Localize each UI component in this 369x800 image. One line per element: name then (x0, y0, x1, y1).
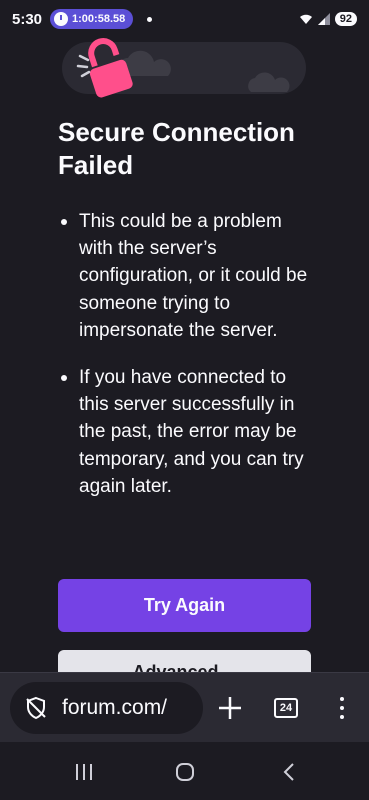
list-item: If you have connected to this server suc… (58, 364, 313, 500)
browser-toolbar: forum.com/ 24 (0, 672, 369, 742)
error-explanation-list: This could be a problem with the server’… (58, 208, 313, 520)
status-time: 5:30 (12, 10, 43, 28)
status-indicators: 92 (299, 12, 357, 26)
shield-off-icon[interactable] (24, 696, 48, 720)
battery-indicator: 92 (334, 12, 357, 26)
broken-lock-illustration (62, 38, 306, 98)
try-again-button[interactable]: Try Again (58, 579, 311, 632)
url-text[interactable]: forum.com/ (62, 696, 167, 720)
more-vertical-icon[interactable] (330, 693, 354, 723)
back-icon[interactable] (280, 762, 298, 782)
signal-icon (317, 13, 330, 25)
home-icon[interactable] (175, 762, 195, 782)
url-bar[interactable]: forum.com/ (10, 682, 203, 734)
timer-pill[interactable]: 1:00:58.58 (50, 9, 134, 29)
system-nav-bar (0, 742, 369, 800)
tab-counter-button[interactable]: 24 (274, 698, 298, 718)
plus-icon[interactable] (215, 693, 245, 723)
page-title: Secure Connection Failed (58, 117, 295, 180)
notification-dot-icon (147, 16, 153, 22)
wifi-icon (299, 14, 312, 24)
timer-text: 1:00:58.58 (72, 13, 126, 25)
list-item: This could be a problem with the server’… (58, 208, 313, 344)
status-bar: 5:30 1:00:58.58 92 (0, 0, 369, 38)
recents-icon[interactable] (74, 764, 94, 780)
stopwatch-icon (54, 12, 69, 26)
